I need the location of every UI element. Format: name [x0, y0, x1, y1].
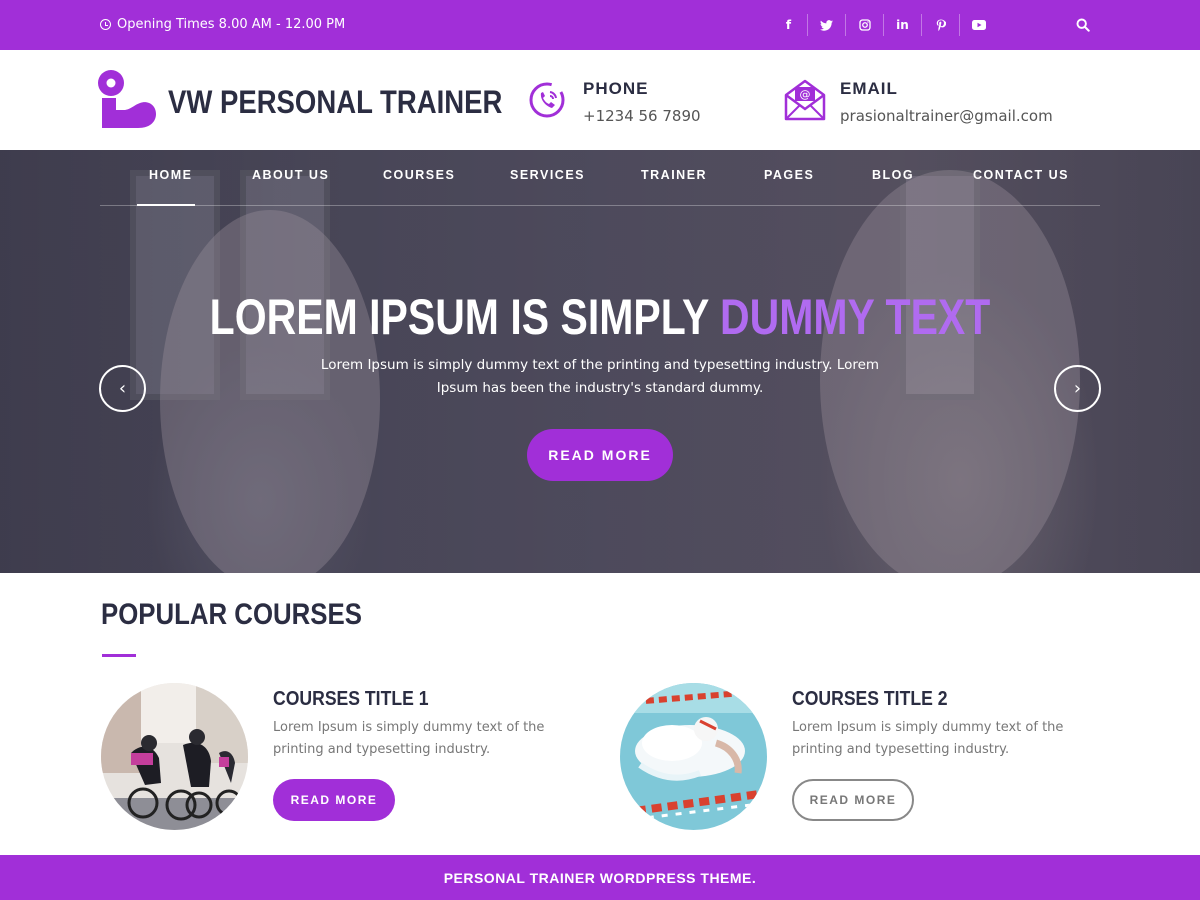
pinterest-icon[interactable] — [922, 14, 960, 36]
instagram-icon[interactable] — [846, 14, 884, 36]
hero-slider: HOME ABOUT US COURSES SERVICES TRAINER P… — [0, 150, 1200, 573]
nav-services[interactable]: SERVICES — [510, 168, 585, 182]
chevron-left-icon: ‹ — [118, 378, 127, 399]
phone-label: PHONE — [583, 79, 649, 98]
footer-bar: PERSONAL TRAINER WORDPRESS THEME. — [0, 855, 1200, 900]
svg-text:@: @ — [800, 88, 811, 101]
heading-underline — [102, 654, 136, 657]
course-title[interactable]: COURSES TITLE 2 — [792, 688, 947, 711]
hero-read-more-button[interactable]: READ MORE — [527, 429, 673, 481]
email-label: EMAIL — [840, 79, 898, 98]
course-image-cycling[interactable] — [101, 683, 248, 830]
hero-subtitle: Lorem Ipsum is simply dummy text of the … — [320, 357, 880, 396]
email-contact: @ EMAIL prasionaltrainer@gmail.com — [784, 79, 1053, 125]
main-nav: HOME ABOUT US COURSES SERVICES TRAINER P… — [100, 150, 1100, 206]
section-heading: POPULAR COURSES — [101, 598, 362, 631]
phone-value[interactable]: +1234 56 7890 — [583, 107, 701, 125]
opening-hours: Opening Times 8.00 AM - 12.00 PM — [100, 17, 345, 32]
hero-title-plain: LOREM IPSUM IS SIMPLY — [209, 289, 721, 345]
nav-active-indicator — [137, 204, 195, 206]
footer-text: PERSONAL TRAINER WORDPRESS THEME. — [443, 869, 757, 886]
phone-contact: PHONE +1234 56 7890 — [527, 79, 701, 125]
clock-icon — [100, 19, 111, 30]
opening-hours-text: Opening Times 8.00 AM - 12.00 PM — [117, 17, 346, 32]
phone-icon — [529, 82, 565, 118]
course-read-more-button[interactable]: READ MORE — [273, 779, 395, 821]
nav-contact-us[interactable]: CONTACT US — [973, 168, 1069, 182]
top-bar: Opening Times 8.00 AM - 12.00 PM f in — [0, 0, 1200, 50]
youtube-icon[interactable] — [960, 14, 998, 36]
course-title[interactable]: COURSES TITLE 1 — [273, 688, 428, 711]
slider-next-button[interactable]: › — [1054, 365, 1101, 412]
slider-prev-button[interactable]: ‹ — [99, 365, 146, 412]
site-title[interactable]: VW PERSONAL TRAINER — [168, 84, 502, 121]
dumbbell-arm-logo-icon[interactable] — [98, 70, 158, 130]
nav-about-us[interactable]: ABOUT US — [252, 168, 329, 182]
nav-courses[interactable]: COURSES — [383, 168, 455, 182]
facebook-icon[interactable]: f — [770, 14, 808, 36]
nav-home[interactable]: HOME — [149, 168, 193, 182]
hero-title: LOREM IPSUM IS SIMPLY DUMMY TEXT — [108, 288, 1092, 346]
course-image-swimming[interactable] — [620, 683, 767, 830]
course-description: Lorem Ipsum is simply dummy text of the … — [273, 720, 545, 757]
course-description: Lorem Ipsum is simply dummy text of the … — [792, 720, 1064, 757]
nav-trainer[interactable]: TRAINER — [641, 168, 707, 182]
nav-blog[interactable]: BLOG — [872, 168, 914, 182]
hero-title-accent: DUMMY TEXT — [720, 289, 991, 345]
envelope-icon: @ — [784, 79, 826, 121]
social-links: f in — [770, 14, 998, 36]
email-value[interactable]: prasionaltrainer@gmail.com — [840, 107, 1053, 125]
chevron-right-icon: › — [1073, 378, 1082, 399]
linkedin-icon[interactable]: in — [884, 14, 922, 36]
twitter-icon[interactable] — [808, 14, 846, 36]
search-icon[interactable] — [1076, 18, 1090, 32]
course-read-more-button[interactable]: READ MORE — [792, 779, 914, 821]
nav-pages[interactable]: PAGES — [764, 168, 814, 182]
